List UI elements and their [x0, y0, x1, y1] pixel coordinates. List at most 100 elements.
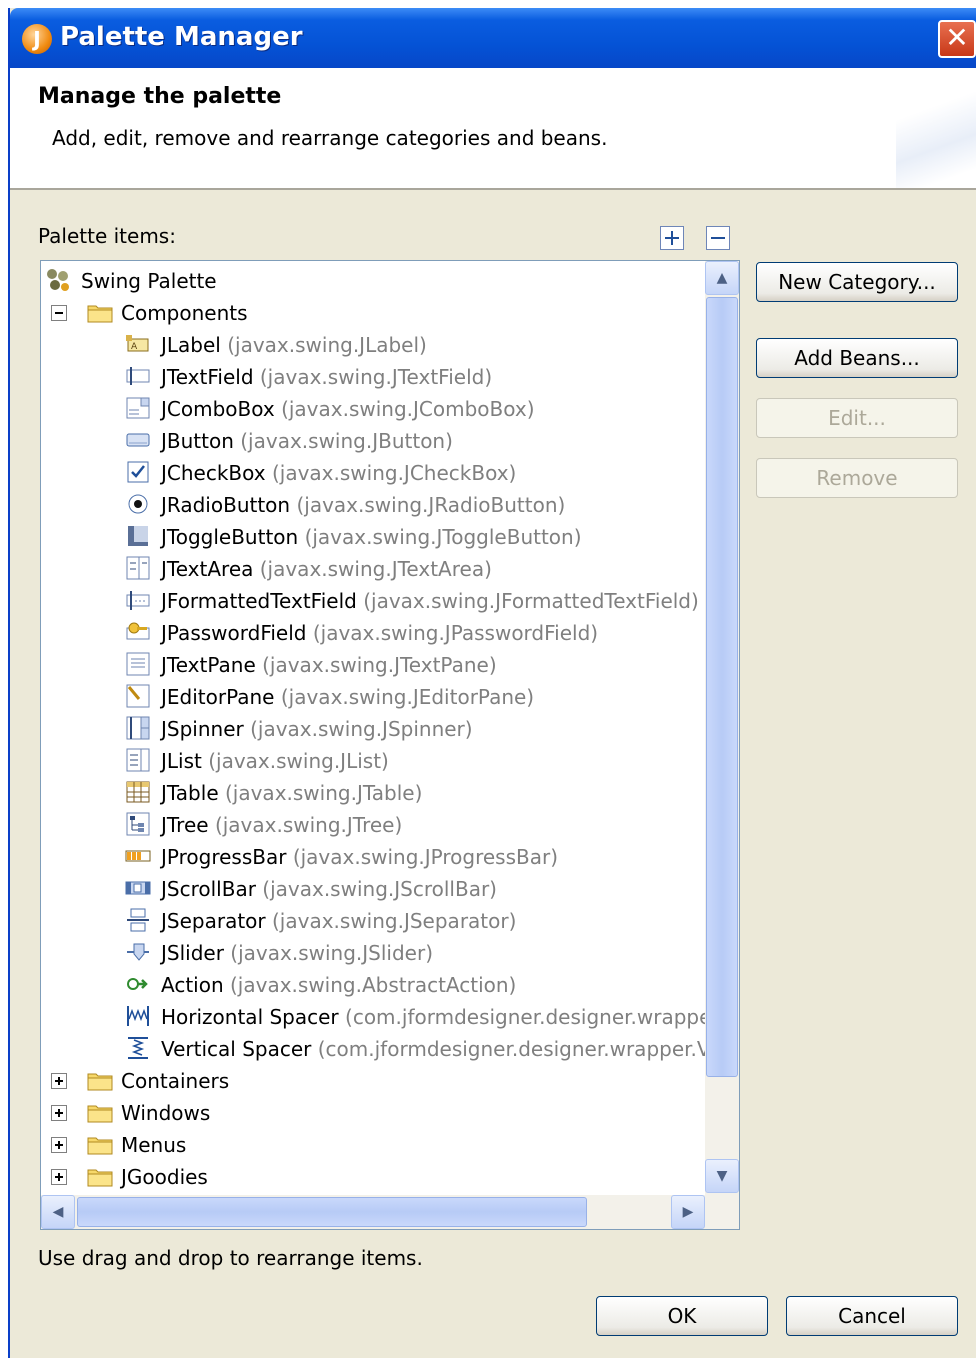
add-beans-button[interactable]: Add Beans... — [756, 338, 958, 378]
scroll-right-button[interactable]: ▶ — [671, 1195, 705, 1229]
edit-button[interactable]: Edit... — [756, 398, 958, 438]
component-name: JSlider (javax.swing.JSlider) — [161, 941, 433, 965]
list-icon — [125, 747, 151, 773]
collapse-components-icon[interactable] — [51, 305, 67, 321]
tree-item-action[interactable]: Action (javax.swing.AbstractAction) — [41, 969, 705, 1001]
editorpane-icon — [125, 683, 151, 709]
tree-item-jcombobox[interactable]: JComboBox (javax.swing.JComboBox) — [41, 393, 705, 425]
component-class: (javax.swing.JComboBox) — [281, 397, 535, 421]
spinner-icon — [125, 715, 151, 741]
component-class: (javax.swing.JButton) — [240, 429, 453, 453]
component-name: JButton (javax.swing.JButton) — [161, 429, 453, 453]
expand-menus-icon[interactable] — [51, 1137, 67, 1153]
formattedtextfield-icon — [125, 587, 151, 613]
tree-item-jeditorpane[interactable]: JEditorPane (javax.swing.JEditorPane) — [41, 681, 705, 713]
header-description: Add, edit, remove and rearrange categori… — [52, 126, 608, 150]
new-category-button[interactable]: New Category... — [756, 262, 958, 302]
ok-button[interactable]: OK — [596, 1296, 768, 1336]
tree-item-jformattedtextfield[interactable]: JFormattedTextField (javax.swing.JFormat… — [41, 585, 705, 617]
category-label: Windows — [121, 1101, 211, 1125]
horizontal-scroll-thumb[interactable] — [77, 1197, 587, 1227]
tree-category-containers[interactable]: Containers — [41, 1065, 705, 1097]
table-icon — [125, 779, 151, 805]
category-label: JGoodies — [121, 1165, 208, 1189]
tree-item-jlabel[interactable]: A JLabel (javax.swing.JLabel) — [41, 329, 705, 361]
component-name: JToggleButton (javax.swing.JToggleButton… — [161, 525, 582, 549]
tree-category-windows[interactable]: Windows — [41, 1097, 705, 1129]
component-name: JScrollBar (javax.swing.JScrollBar) — [161, 877, 497, 901]
component-class: (javax.swing.JFormattedTextField) — [363, 589, 699, 613]
tree-item-jtogglebutton[interactable]: JToggleButton (javax.swing.JToggleButton… — [41, 521, 705, 553]
tree-item-jtextpane[interactable]: JTextPane (javax.swing.JTextPane) — [41, 649, 705, 681]
component-name: Vertical Spacer (com.jformdesigner.desig… — [161, 1037, 711, 1061]
tree-item-vertical-spacer[interactable]: Vertical Spacer (com.jformdesigner.desig… — [41, 1033, 711, 1065]
folder-icon — [87, 303, 113, 323]
tree-item-swing-palette[interactable]: Swing Palette — [41, 265, 705, 297]
category-label: Containers — [121, 1069, 230, 1093]
palette-tree[interactable]: Swing Palette Components A JLabel (javax.sw… — [40, 260, 740, 1230]
header-title: Manage the palette — [38, 84, 282, 109]
slider-icon — [125, 939, 151, 965]
tree-item-jtree[interactable]: JTree (javax.swing.JTree) — [41, 809, 705, 841]
expand-containers-icon[interactable] — [51, 1073, 67, 1089]
remove-button[interactable]: Remove — [756, 458, 958, 498]
combobox-icon — [125, 395, 151, 421]
vertical-scrollbar[interactable]: ▲ ▼ — [705, 261, 739, 1195]
folder-icon — [87, 1103, 113, 1123]
component-name: JComboBox (javax.swing.JComboBox) — [161, 397, 535, 421]
title-bar[interactable]: J Palette Manager ✕ — [10, 8, 976, 68]
component-class: (javax.swing.JList) — [208, 749, 389, 773]
component-name: JTextField (javax.swing.JTextField) — [161, 365, 493, 389]
horizontal-scrollbar[interactable]: ◀ ▶ — [41, 1195, 739, 1229]
tree-item-jradiobutton[interactable]: JRadioButton (javax.swing.JRadioButton) — [41, 489, 705, 521]
tree-item-jtextarea[interactable]: JTextArea (javax.swing.JTextArea) — [41, 553, 705, 585]
tree-item-jbutton[interactable]: JButton (javax.swing.JButton) — [41, 425, 705, 457]
component-name: JTable (javax.swing.JTable) — [161, 781, 423, 805]
expand-all-button[interactable] — [660, 226, 684, 250]
expand-windows-icon[interactable] — [51, 1105, 67, 1121]
tree-item-jtextfield[interactable]: JTextField (javax.swing.JTextField) — [41, 361, 705, 393]
tree-category-menus[interactable]: Menus — [41, 1129, 705, 1161]
category-label: Menus — [121, 1133, 187, 1157]
expand-jgoodies-icon[interactable] — [51, 1169, 67, 1185]
component-class: (javax.swing.JTextField) — [259, 365, 493, 389]
collapse-all-button[interactable] — [706, 226, 730, 250]
tree-category-components[interactable]: Components — [41, 297, 705, 329]
tree-category-jgoodies[interactable]: JGoodies — [41, 1161, 705, 1193]
component-name: JList (javax.swing.JList) — [161, 749, 389, 773]
button-icon — [125, 427, 151, 453]
checkbox-icon — [125, 459, 151, 485]
component-name: JSpinner (javax.swing.JSpinner) — [161, 717, 473, 741]
tree-item-horizontal-spacer[interactable]: Horizontal Spacer (com.jformdesigner.des… — [41, 1001, 720, 1033]
cancel-button[interactable]: Cancel — [786, 1296, 958, 1336]
tree-item-jscrollbar[interactable]: JScrollBar (javax.swing.JScrollBar) — [41, 873, 705, 905]
textarea-icon — [125, 555, 151, 581]
tree-item-jlist[interactable]: JList (javax.swing.JList) — [41, 745, 705, 777]
component-class: (com.jformdesigner.designer.wrapper — [345, 1005, 720, 1029]
component-class: (javax.swing.JProgressBar) — [292, 845, 559, 869]
textpane-icon — [125, 651, 151, 677]
tree-item-jslider[interactable]: JSlider (javax.swing.JSlider) — [41, 937, 705, 969]
scrollbar-icon — [125, 875, 151, 901]
folder-icon — [87, 1167, 113, 1187]
scroll-left-button[interactable]: ◀ — [41, 1195, 75, 1229]
component-class: (javax.swing.JLabel) — [227, 333, 427, 357]
tree-item-jspinner[interactable]: JSpinner (javax.swing.JSpinner) — [41, 713, 705, 745]
scroll-up-button[interactable]: ▲ — [705, 261, 739, 295]
horizontal-spacer-icon — [125, 1003, 151, 1029]
vertical-spacer-icon — [125, 1035, 151, 1061]
tree-item-jprogressbar[interactable]: JProgressBar (javax.swing.JProgressBar) — [41, 841, 705, 873]
close-button[interactable]: ✕ — [938, 20, 976, 58]
window-title: Palette Manager — [60, 22, 303, 52]
component-class: (javax.swing.JTree) — [214, 813, 403, 837]
tree-item-jpasswordfield[interactable]: JPasswordField (javax.swing.JPasswordFie… — [41, 617, 705, 649]
tree-item-jtable[interactable]: JTable (javax.swing.JTable) — [41, 777, 705, 809]
component-name: JCheckBox (javax.swing.JCheckBox) — [161, 461, 517, 485]
component-class: (javax.swing.JRadioButton) — [296, 493, 566, 517]
tree-item-jseparator[interactable]: JSeparator (javax.swing.JSeparator) — [41, 905, 705, 937]
scroll-down-button[interactable]: ▼ — [705, 1159, 739, 1193]
component-class: (javax.swing.JTextArea) — [259, 557, 492, 581]
component-class: (javax.swing.JSeparator) — [272, 909, 517, 933]
vertical-scroll-thumb[interactable] — [706, 297, 738, 1077]
tree-item-jcheckbox[interactable]: JCheckBox (javax.swing.JCheckBox) — [41, 457, 705, 489]
